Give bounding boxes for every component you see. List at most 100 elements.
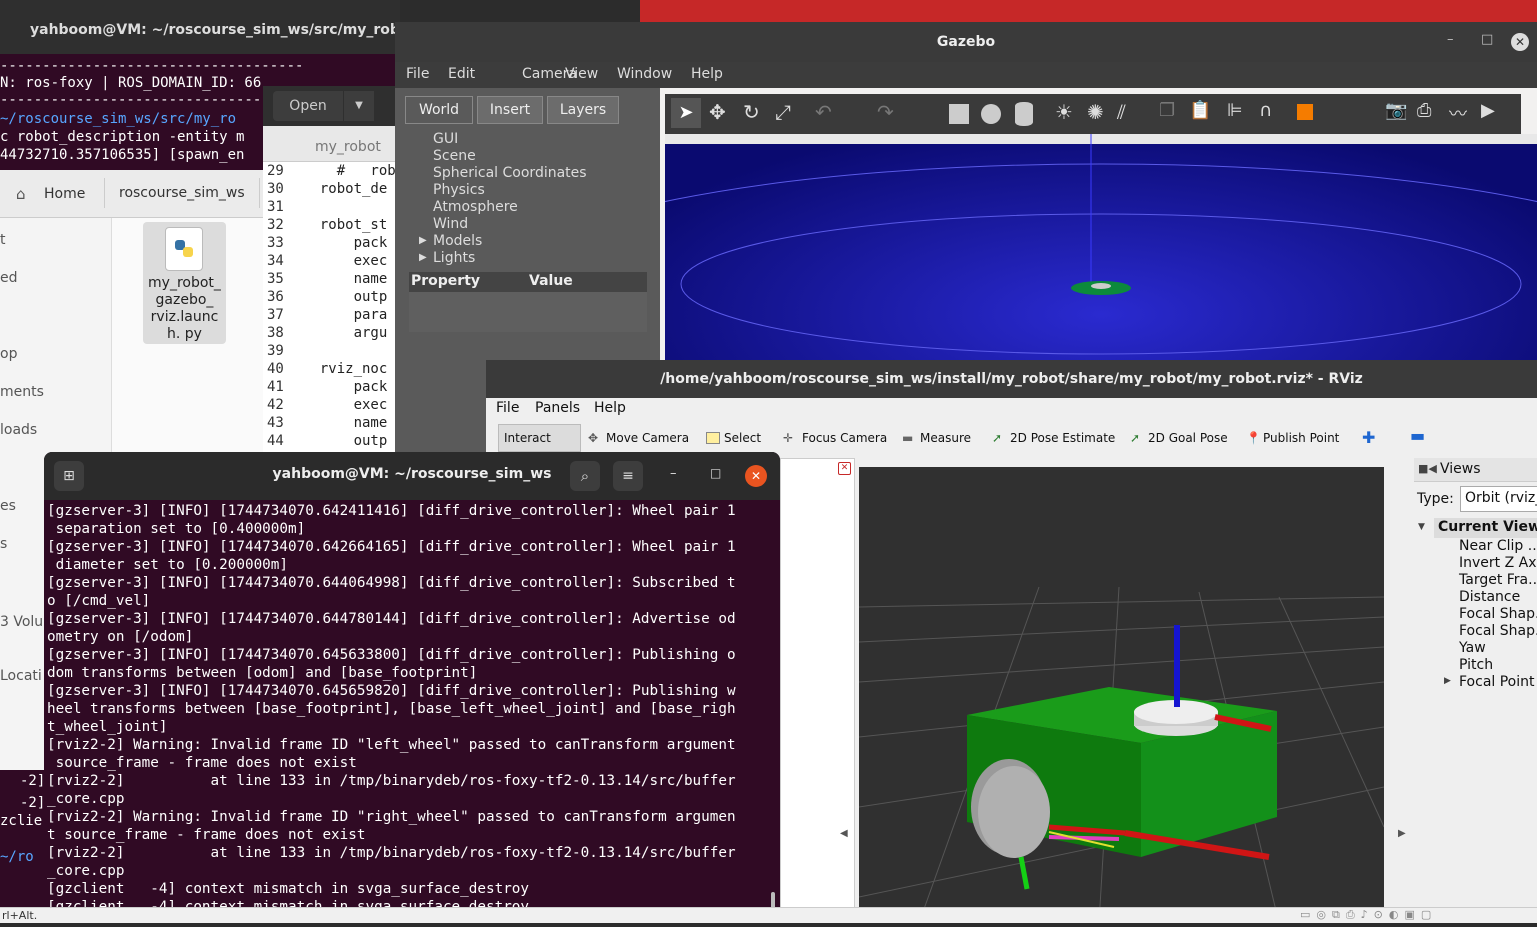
video-record-icon[interactable]: ▶: [1481, 100, 1495, 121]
add-tool-icon[interactable]: ✚: [1362, 428, 1375, 447]
redo-icon[interactable]: ↷: [877, 100, 894, 124]
view-prop[interactable]: Invert Z Axi: [1459, 555, 1537, 571]
front-terminal-window[interactable]: ⊞ yahboom@VM: ~/roscourse_sim_ws ⌕ ≡ – □…: [44, 452, 780, 923]
box-shape-icon[interactable]: [949, 104, 969, 124]
search-icon[interactable]: ⌕: [570, 461, 600, 491]
code-area[interactable]: # rob robot_de robot_st pack exec name o…: [303, 162, 403, 450]
maximize-button[interactable]: □: [710, 466, 721, 480]
tab-insert[interactable]: Insert: [477, 96, 543, 124]
select-arrow-icon[interactable]: ➤: [671, 98, 701, 128]
menu-help[interactable]: Help: [691, 66, 723, 82]
sidebar-item[interactable]: op: [0, 346, 17, 362]
move-camera-tool[interactable]: Move Camera: [606, 431, 689, 445]
select-tool[interactable]: Select: [724, 431, 761, 445]
text-editor[interactable]: my_robot 29 30 31 32 33 34 35 36 37 38 39 40 41 42 43 4…: [263, 126, 403, 456]
menu-edit[interactable]: Edit: [448, 66, 475, 82]
sidebar-item[interactable]: ments: [0, 384, 44, 400]
tab-layers[interactable]: Layers: [547, 96, 619, 124]
scale-icon[interactable]: ⤢: [775, 100, 791, 124]
path-crumb[interactable]: roscourse_sim_ws: [104, 178, 260, 208]
cylinder-shape-icon[interactable]: [1015, 102, 1033, 126]
interact-tool[interactable]: Interact: [504, 431, 551, 445]
file-item[interactable]: my_robot_ gazebo_ rviz.launch. py: [143, 222, 226, 344]
close-button[interactable]: ✕: [745, 465, 767, 487]
terminal-line: o [/cmd_vel]: [47, 593, 151, 609]
sun-light-icon[interactable]: ☀: [1055, 100, 1073, 124]
menu-help[interactable]: Help: [594, 400, 626, 416]
maximize-button[interactable]: □: [1481, 32, 1493, 47]
close-button[interactable]: ✕: [1511, 33, 1529, 51]
menu-file[interactable]: File: [496, 400, 519, 416]
home-crumb[interactable]: Home: [44, 186, 85, 202]
open-dropdown-chevron-down-icon[interactable]: ▼: [344, 91, 374, 121]
remove-tool-icon[interactable]: ▬: [1410, 426, 1425, 445]
sidebar-item[interactable]: es: [0, 498, 16, 514]
view-prop[interactable]: Pitch: [1459, 657, 1493, 673]
view-prop[interactable]: Near Clip ...: [1459, 538, 1537, 554]
view-prop[interactable]: Target Fra...: [1459, 572, 1537, 588]
spot-light-icon[interactable]: ⫽: [1117, 100, 1126, 124]
view-prop[interactable]: Focal Point: [1459, 674, 1535, 690]
tree-item-lights[interactable]: Lights: [433, 250, 475, 266]
sidebar-item[interactable]: t: [0, 232, 6, 248]
sidebar-item[interactable]: loads: [0, 422, 37, 438]
line-number: 34: [267, 253, 284, 269]
menu-icon[interactable]: ≡: [613, 461, 643, 491]
tree-item-atmosphere[interactable]: Atmosphere: [433, 199, 518, 215]
tree-item-wind[interactable]: Wind: [433, 216, 468, 232]
editor-tab[interactable]: my_robot: [263, 126, 403, 162]
type-select[interactable]: Orbit (rviz_: [1460, 486, 1537, 512]
terminal-output[interactable]: [gzserver-3] [INFO] [1744734070.64241141…: [47, 502, 772, 916]
current-view-row[interactable]: Current View: [1434, 518, 1537, 538]
rotate-icon[interactable]: ↻: [743, 100, 760, 124]
left-arrow-icon[interactable]: ◀: [840, 828, 848, 839]
tray-icons[interactable]: ▭◎⧉⎙♪⊙◐▣▢: [1300, 908, 1437, 922]
translate-icon[interactable]: ✥: [709, 100, 726, 124]
tree-item-scene[interactable]: Scene: [433, 148, 476, 164]
collapse-icon[interactable]: ▼: [1418, 522, 1425, 532]
pose-estimate-tool[interactable]: 2D Pose Estimate: [1010, 431, 1115, 445]
tree-item-gui[interactable]: GUI: [433, 131, 458, 147]
minimize-button[interactable]: –: [1447, 32, 1454, 47]
minimize-button[interactable]: –: [670, 466, 677, 481]
copy-icon[interactable]: ❐: [1159, 100, 1175, 121]
point-light-icon[interactable]: ✺: [1087, 100, 1104, 124]
menu-window[interactable]: Window: [617, 66, 672, 82]
open-button[interactable]: Open: [273, 91, 343, 121]
menu-panels[interactable]: Panels: [535, 400, 580, 416]
paste-icon[interactable]: 📋: [1189, 100, 1211, 121]
tree-item-physics[interactable]: Physics: [433, 182, 485, 198]
sphere-shape-icon[interactable]: [981, 104, 1001, 124]
align-icon[interactable]: ⊫: [1227, 100, 1243, 121]
gazebo-title: Gazebo: [395, 22, 1537, 62]
undo-icon[interactable]: ↶: [815, 100, 832, 124]
change-view-icon[interactable]: [1297, 104, 1313, 120]
view-prop[interactable]: Yaw: [1459, 640, 1486, 656]
menu-file[interactable]: File: [406, 66, 429, 82]
expand-arrow-icon[interactable]: ▶: [1444, 676, 1451, 686]
rviz-3d-view[interactable]: [858, 467, 1385, 924]
sidebar-item[interactable]: s: [0, 536, 7, 552]
sidebar-item[interactable]: Locati: [0, 668, 42, 684]
plot-icon[interactable]: 〰: [1449, 100, 1467, 126]
publish-point-tool[interactable]: Publish Point: [1263, 431, 1339, 445]
screenshot-camera-icon[interactable]: 📷: [1385, 100, 1407, 121]
right-arrow-icon[interactable]: ▶: [1398, 828, 1406, 839]
snap-magnet-icon[interactable]: ∩: [1259, 100, 1272, 121]
close-panel-icon[interactable]: ✕: [838, 462, 851, 475]
sidebar-item[interactable]: ed: [0, 270, 18, 286]
focus-camera-tool[interactable]: Focus Camera: [802, 431, 887, 445]
expand-arrow-icon[interactable]: ▶: [419, 252, 427, 263]
menu-view[interactable]: View: [565, 66, 598, 82]
terminal-line: ometry on [/odom]: [47, 629, 194, 645]
tab-world[interactable]: World: [405, 96, 473, 124]
log-icon[interactable]: ⎙: [1417, 100, 1431, 121]
measure-tool[interactable]: Measure: [920, 431, 971, 445]
goal-pose-tool[interactable]: 2D Goal Pose: [1148, 431, 1228, 445]
view-prop[interactable]: Focal Shap.: [1459, 623, 1537, 639]
view-prop[interactable]: Focal Shap.: [1459, 606, 1537, 622]
tree-item-models[interactable]: Models: [433, 233, 482, 249]
tree-item-spherical[interactable]: Spherical Coordinates: [433, 165, 587, 181]
expand-arrow-icon[interactable]: ▶: [419, 235, 427, 246]
view-prop[interactable]: Distance: [1459, 589, 1520, 605]
